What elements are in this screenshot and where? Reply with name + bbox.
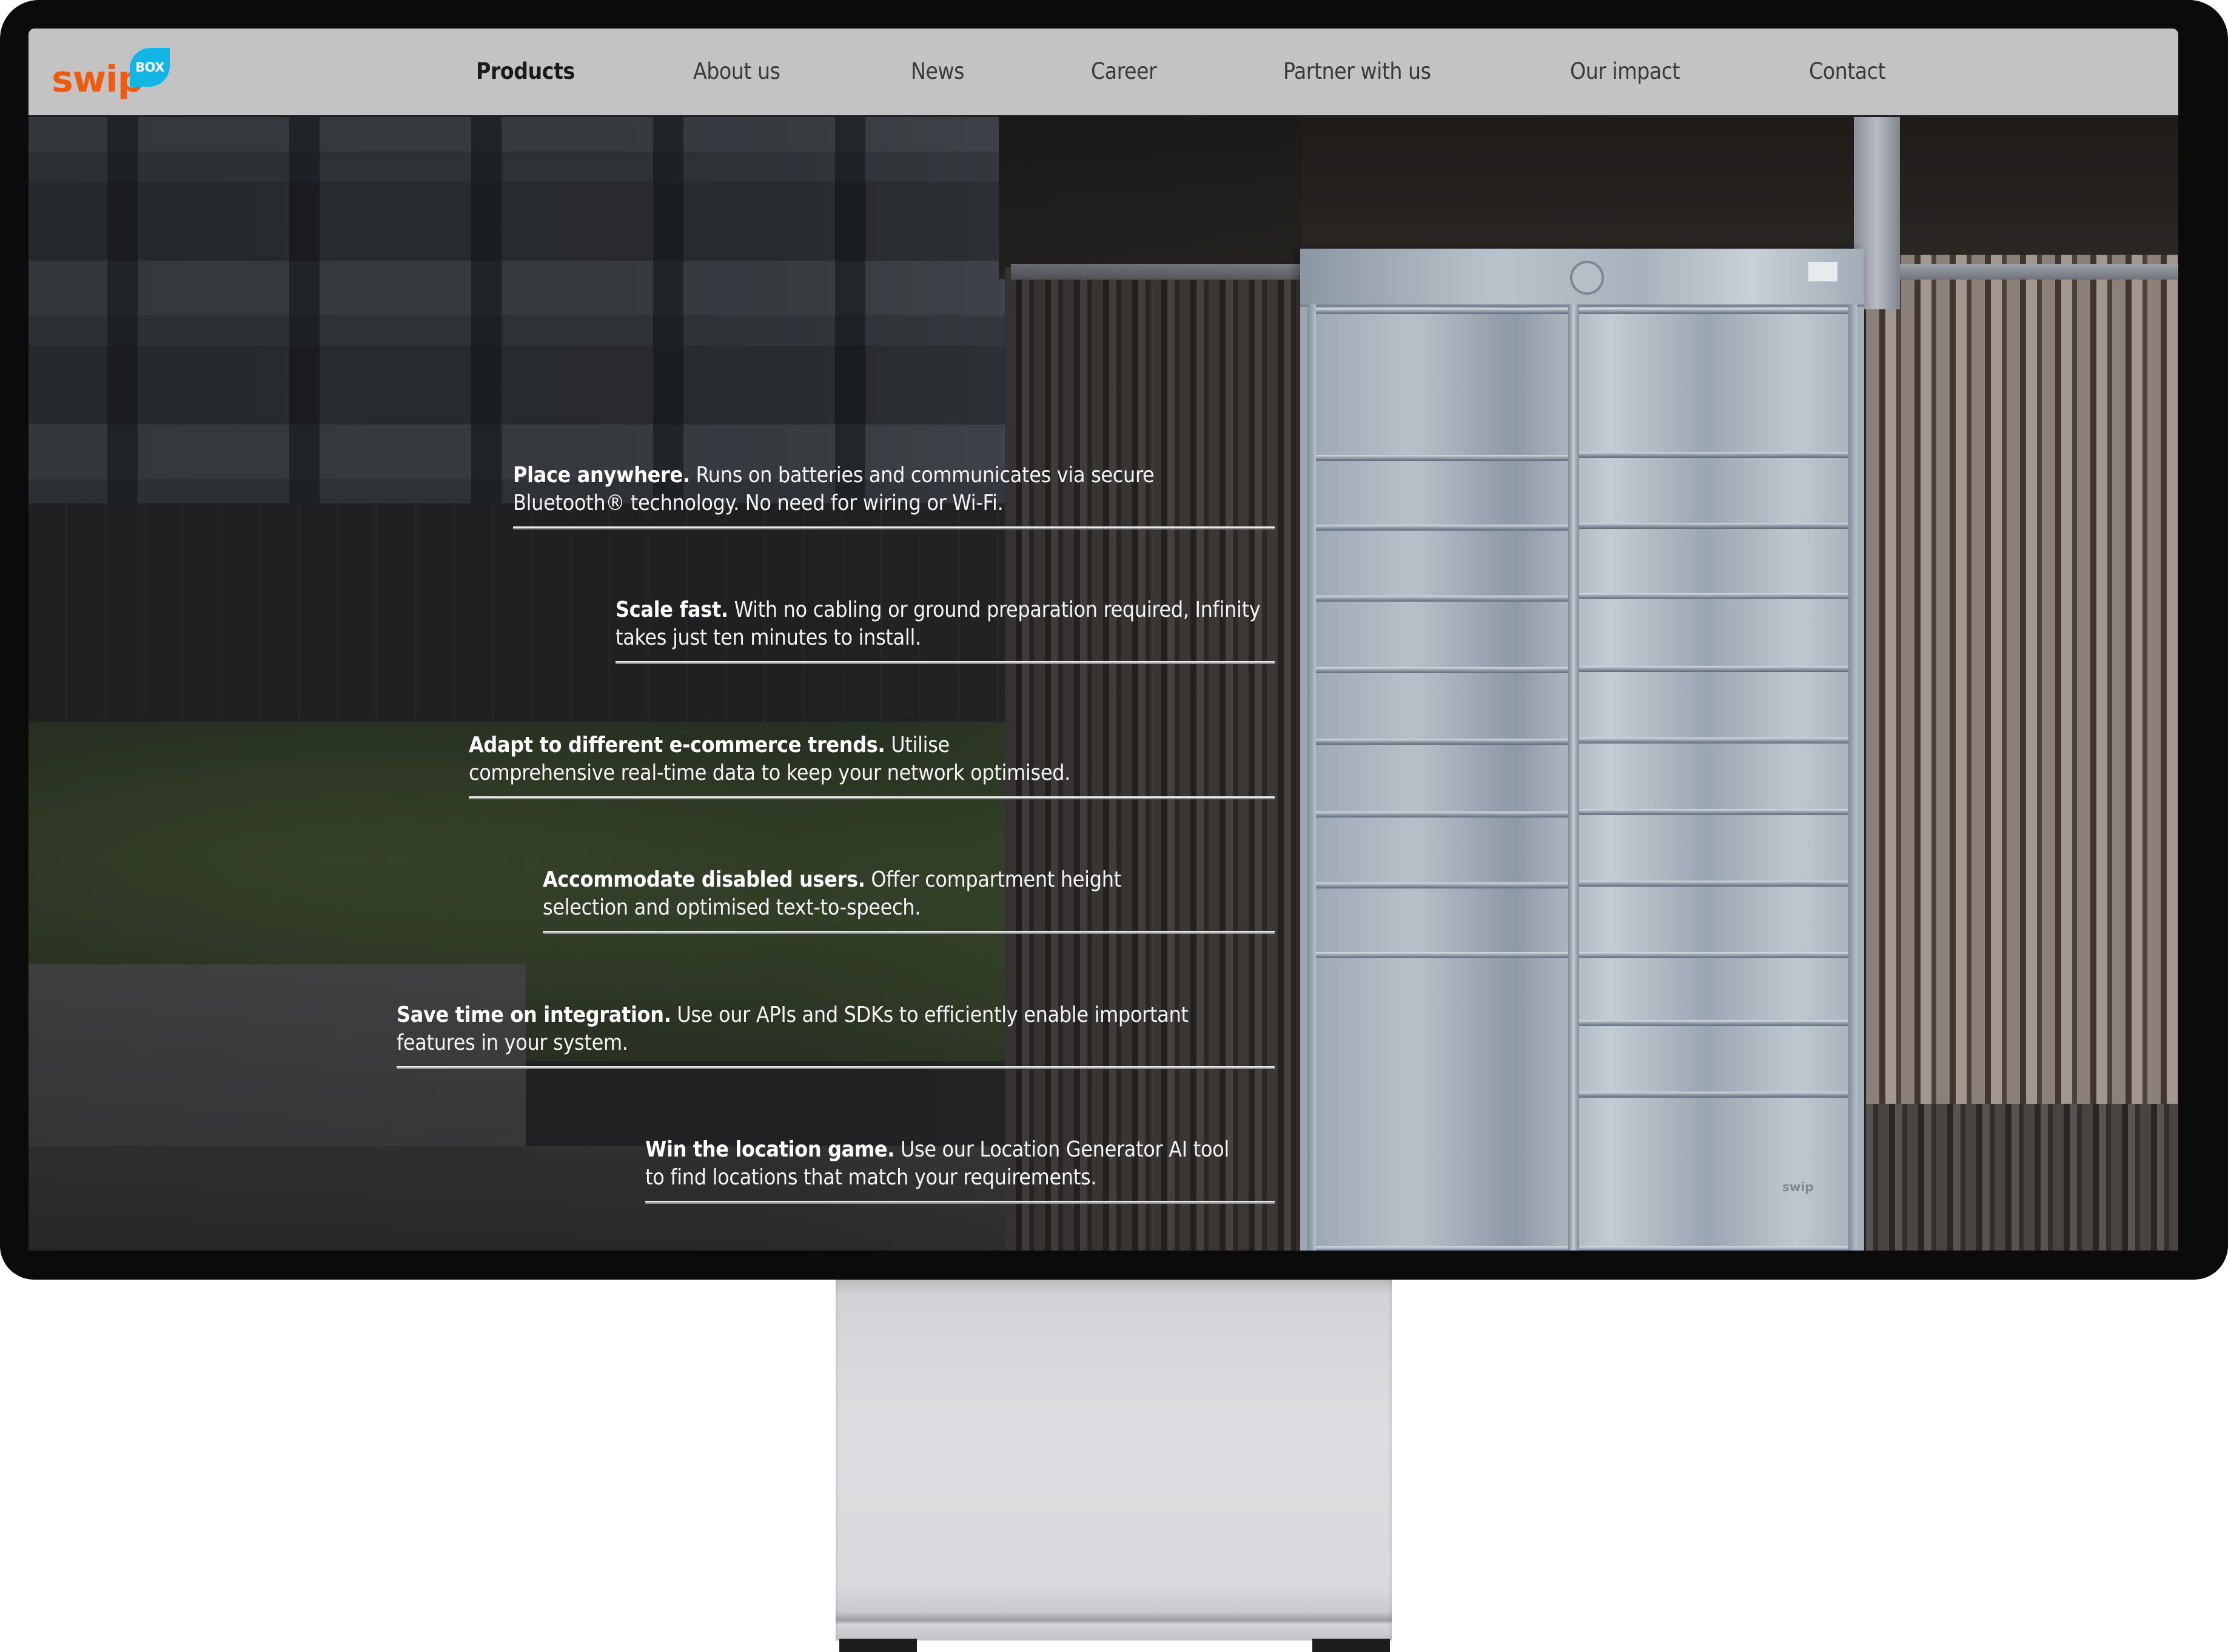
locker-top-panel bbox=[1300, 249, 1864, 307]
nav-item-career[interactable]: Career bbox=[1091, 58, 1157, 86]
locker-center-divider bbox=[1568, 304, 1579, 1251]
locker-compartment-ledge bbox=[1579, 952, 1848, 958]
locker-round-button bbox=[1570, 261, 1604, 295]
feature-adapt-ecommerce: Adapt to different e-commerce trends. Ut… bbox=[469, 731, 1275, 799]
nav-item-about-us[interactable]: About us bbox=[693, 58, 780, 86]
nav-item-news[interactable]: News bbox=[911, 58, 964, 86]
feature-underline bbox=[616, 661, 1275, 664]
locker-compartment-ledge bbox=[1316, 596, 1568, 602]
locker-compartment-ledge bbox=[1316, 308, 1568, 314]
stand-foot-left bbox=[839, 1639, 917, 1652]
hero-bg-wood-slats-lit bbox=[1866, 255, 2178, 1104]
feature-save-time-integration: Save time on integration. Use our APIs a… bbox=[397, 1001, 1275, 1069]
feature-underline bbox=[513, 526, 1275, 529]
locker-frame-right bbox=[1848, 304, 1857, 1251]
locker-brand-mark: swip bbox=[1782, 1180, 1814, 1194]
locker-compartment-ledge bbox=[1316, 667, 1568, 673]
locker-compartment-ledge bbox=[1579, 452, 1848, 458]
locker-compartment-ledge bbox=[1316, 811, 1568, 818]
nav-item-our-impact[interactable]: Our impact bbox=[1570, 58, 1680, 86]
feature-underline bbox=[645, 1201, 1275, 1204]
locker-sticker bbox=[1808, 262, 1837, 281]
locker-compartment-ledge bbox=[1316, 1246, 1568, 1251]
browser-viewport: swip BOX Products About us News Career P… bbox=[29, 29, 2178, 1251]
feature-win-location-game: Win the location game. Use our Location … bbox=[645, 1136, 1275, 1204]
locker-frame-left bbox=[1307, 304, 1316, 1251]
feature-place-anywhere: Place anywhere. Runs on batteries and co… bbox=[513, 462, 1275, 529]
feature-title: Place anywhere. bbox=[513, 463, 690, 488]
feature-title: Scale fast. bbox=[616, 597, 728, 622]
monitor-stand bbox=[836, 1280, 1392, 1640]
stand-foot-right bbox=[1312, 1639, 1390, 1652]
locker-compartment-ledge bbox=[1579, 1020, 1848, 1026]
locker-compartment-ledge bbox=[1579, 1246, 1848, 1251]
top-navigation: swip BOX Products About us News Career P… bbox=[29, 29, 2178, 117]
feature-title: Win the location game. bbox=[645, 1137, 895, 1162]
nav-item-partner-with-us[interactable]: Partner with us bbox=[1283, 58, 1431, 86]
nav-item-contact[interactable]: Contact bbox=[1809, 58, 1886, 86]
logo-badge: BOX bbox=[130, 48, 170, 87]
locker-compartment-ledge bbox=[1579, 523, 1848, 529]
locker-compartment-ledge bbox=[1579, 881, 1848, 887]
locker-compartment-ledge bbox=[1579, 308, 1848, 314]
hero-section: swip Place anywhere. Runs on batteries a… bbox=[29, 115, 2178, 1251]
feature-title: Save time on integration. bbox=[397, 1002, 671, 1027]
feature-title: Accommodate disabled users. bbox=[543, 867, 865, 892]
parcel-locker-image: swip bbox=[1300, 249, 1864, 1251]
locker-compartment-ledge bbox=[1316, 739, 1568, 745]
feature-underline bbox=[543, 931, 1275, 934]
feature-accommodate-disabled: Accommodate disabled users. Offer compar… bbox=[543, 866, 1275, 934]
locker-compartment-ledge bbox=[1579, 666, 1848, 672]
locker-compartment-ledge bbox=[1316, 455, 1568, 461]
feature-title: Adapt to different e-commerce trends. bbox=[469, 733, 885, 757]
locker-compartment-ledge bbox=[1316, 952, 1568, 958]
feature-scale-fast: Scale fast. With no cabling or ground pr… bbox=[616, 596, 1275, 664]
locker-compartment-ledge bbox=[1316, 882, 1568, 888]
locker-compartment-ledge bbox=[1316, 525, 1568, 531]
hero-dark-overlay bbox=[29, 115, 1302, 1251]
nav-item-products[interactable]: Products bbox=[476, 58, 575, 86]
locker-compartment-ledge bbox=[1579, 737, 1848, 744]
feature-underline bbox=[469, 796, 1275, 799]
feature-underline bbox=[397, 1066, 1275, 1069]
swipbox-logo[interactable]: swip BOX bbox=[52, 48, 173, 102]
locker-compartment-ledge bbox=[1579, 1092, 1848, 1098]
locker-compartment-ledge bbox=[1579, 593, 1848, 599]
locker-compartment-ledge bbox=[1579, 809, 1848, 815]
